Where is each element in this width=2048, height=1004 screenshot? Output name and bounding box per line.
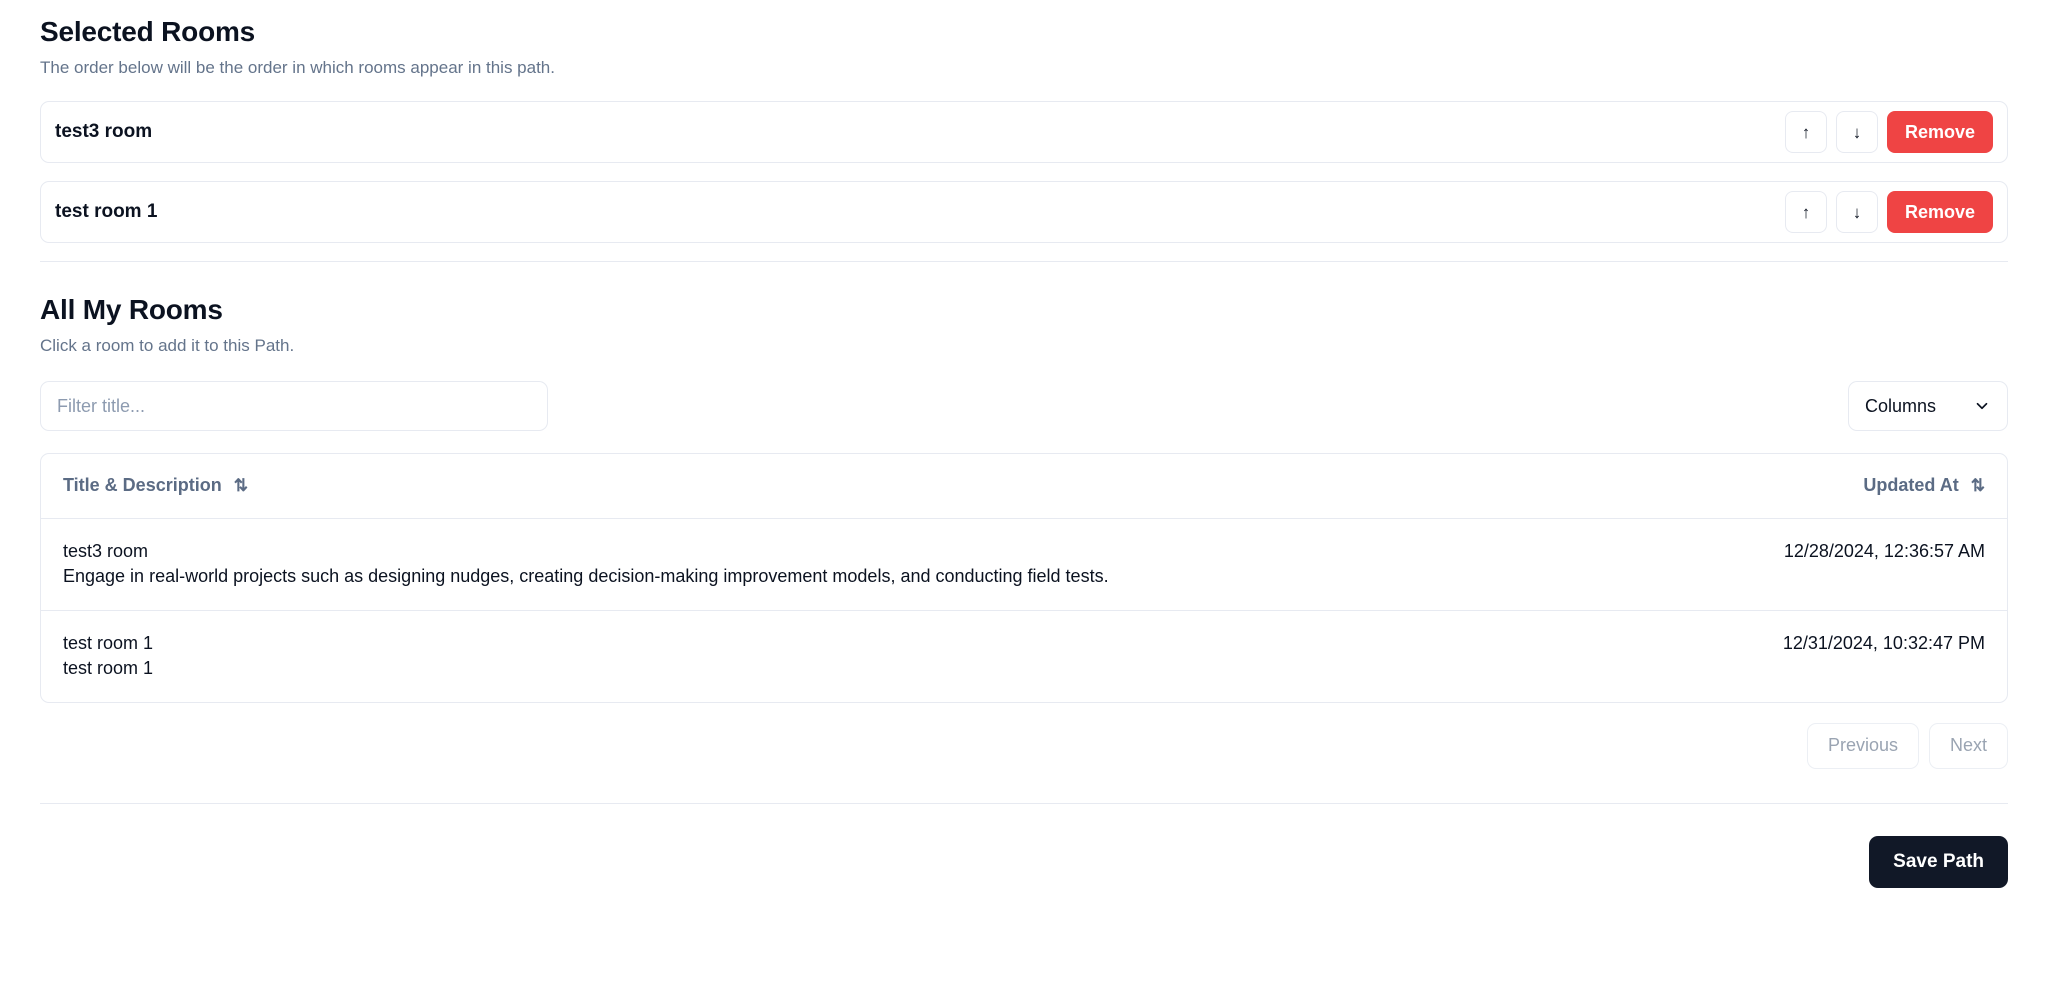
room-title: test room 1 — [63, 632, 154, 653]
room-title-description-cell: test3 room Engage in real-world projects… — [41, 518, 1747, 610]
column-header-title-description[interactable]: Title & Description ⇅ — [41, 454, 1747, 519]
room-updated-at: 12/31/2024, 10:32:47 PM — [1782, 632, 1985, 653]
sort-toggle-icon[interactable]: ⇅ — [1971, 477, 1985, 494]
all-rooms-section: All My Rooms Click a room to add it to t… — [40, 262, 2008, 769]
table-toolbar: Columns — [40, 381, 2008, 432]
footer-actions: Save Path — [40, 835, 2008, 888]
move-down-button[interactable]: ↓ — [1835, 111, 1878, 154]
move-down-button[interactable]: ↓ — [1835, 191, 1878, 234]
selected-rooms-list: test3 room ↑ ↓ Remove test room 1 ↑ ↓ Re… — [40, 101, 2008, 244]
selected-rooms-subtitle: The order below will be the order in whi… — [40, 58, 555, 77]
save-path-button[interactable]: Save Path — [1869, 835, 2008, 888]
columns-dropdown-label: Columns — [1865, 395, 1937, 416]
chevron-down-icon — [1973, 397, 1991, 415]
selected-room-actions: ↑ ↓ Remove — [1784, 191, 1993, 234]
selected-room-title: test3 room — [55, 121, 153, 143]
remove-button[interactable]: Remove — [1886, 191, 1993, 234]
path-editor-page: Selected Rooms The order below will be t… — [0, 0, 2048, 1004]
column-header-updated-at[interactable]: Updated At ⇅ — [1747, 454, 2007, 519]
previous-page-button[interactable]: Previous — [1806, 722, 1919, 769]
column-header-label: Updated At — [1863, 475, 1959, 496]
selected-room-actions: ↑ ↓ Remove — [1784, 111, 1993, 154]
room-title: test3 room — [63, 540, 149, 561]
room-updated-at: 12/28/2024, 12:36:57 AM — [1783, 540, 1985, 561]
rooms-table: Title & Description ⇅ Updated At ⇅ test3… — [40, 453, 2008, 703]
selected-rooms-title: Selected Rooms — [40, 16, 256, 47]
move-up-button[interactable]: ↑ — [1784, 111, 1827, 154]
room-description: test room 1 — [63, 658, 154, 679]
table-pagination: Previous Next — [40, 722, 2008, 769]
sort-toggle-icon[interactable]: ⇅ — [234, 477, 248, 494]
table-row[interactable]: test room 1 test room 1 12/31/2024, 10:3… — [41, 610, 2007, 702]
footer-divider — [40, 802, 2008, 804]
selected-room-row: test3 room ↑ ↓ Remove — [40, 101, 2008, 164]
selected-rooms-section: Selected Rooms The order below will be t… — [40, 0, 2008, 244]
selected-room-row: test room 1 ↑ ↓ Remove — [40, 181, 2008, 244]
room-description: Engage in real-world projects such as de… — [63, 566, 1109, 587]
table-row[interactable]: test3 room Engage in real-world projects… — [41, 518, 2007, 611]
filter-title-input[interactable] — [40, 381, 548, 432]
all-rooms-subtitle: Click a room to add it to this Path. — [40, 336, 295, 356]
room-title-description-cell: test room 1 test room 1 — [41, 610, 1747, 702]
move-up-button[interactable]: ↑ — [1784, 191, 1827, 234]
all-rooms-title: All My Rooms — [40, 294, 223, 326]
columns-dropdown-button[interactable]: Columns — [1848, 381, 2008, 432]
column-header-label: Title & Description — [63, 475, 222, 496]
table-header-row: Title & Description ⇅ Updated At ⇅ — [41, 454, 2007, 519]
remove-button[interactable]: Remove — [1886, 111, 1993, 154]
next-page-button[interactable]: Next — [1928, 722, 2008, 769]
selected-room-title: test room 1 — [55, 201, 158, 223]
